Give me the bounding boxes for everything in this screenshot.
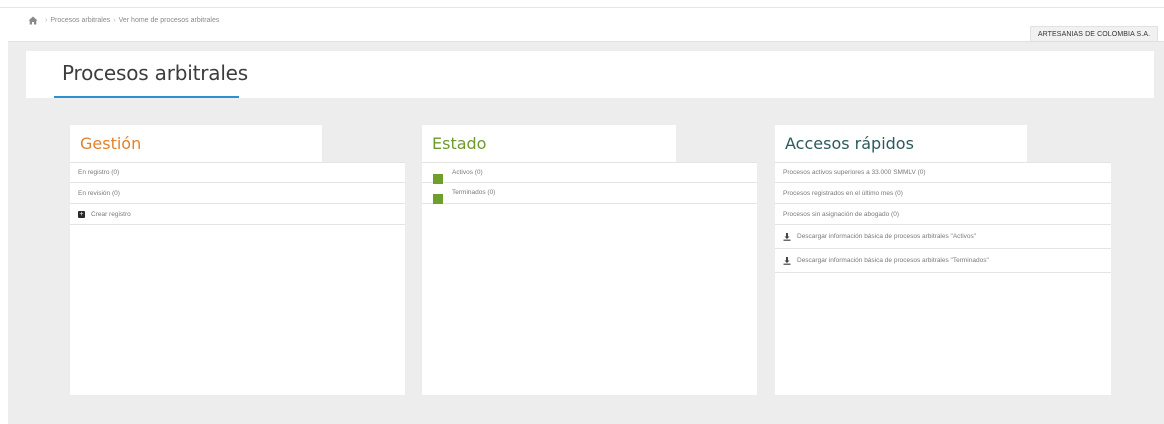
download-terminados-link[interactable]: Descargar información básica de procesos… (775, 249, 1111, 273)
download-icon (783, 232, 791, 241)
top-bar (0, 0, 1164, 8)
download-label: Descargar información básica de procesos… (797, 257, 989, 264)
gestion-item-label: En revisión (0) (78, 189, 120, 197)
download-label: Descargar información básica de procesos… (797, 233, 977, 240)
download-activos-link[interactable]: Descargar información básica de procesos… (775, 225, 1111, 249)
accesos-item-superiores[interactable]: Procesos activos superiores a 33.000 SMM… (775, 162, 1111, 183)
estado-panel: Activos (0) Terminados (0) (422, 162, 757, 395)
create-record-button[interactable]: + Crear registro (70, 204, 405, 225)
gestion-item-en-registro[interactable]: En registro (0) (70, 162, 405, 183)
breadcrumb-item-current: Ver home de procesos arbitrales (118, 16, 220, 24)
estado-item-terminados[interactable]: Terminados (0) (422, 183, 757, 204)
accesos-item-ultimo-mes[interactable]: Procesos registrados en el último mes (0… (775, 183, 1111, 204)
gestion-panel: En registro (0) En revisión (0) + Crear … (70, 162, 405, 395)
accesos-item-label: Procesos sin asignación de abogado (0) (783, 210, 899, 218)
create-record-label: Crear registro (91, 210, 131, 218)
accesos-item-label: Procesos activos superiores a 33.000 SMM… (783, 169, 926, 176)
gestion-item-en-revision[interactable]: En revisión (0) (70, 183, 405, 204)
status-marker (433, 194, 443, 204)
gestion-item-label: En registro (0) (78, 169, 120, 176)
estado-item-label: Activos (0) (452, 169, 483, 176)
breadcrumb-separator: › (45, 16, 48, 24)
gestion-panel-title: Gestión (70, 125, 322, 162)
accesos-item-sin-abogado[interactable]: Procesos sin asignación de abogado (0) (775, 204, 1111, 225)
title-underline (54, 96, 239, 98)
download-icon (783, 256, 791, 265)
company-tab[interactable]: ARTESANIAS DE COLOMBIA S.A. (1030, 26, 1158, 42)
estado-item-activos[interactable]: Activos (0) (422, 162, 757, 184)
company-name: ARTESANIAS DE COLOMBIA S.A. (1037, 31, 1151, 38)
home-icon[interactable] (28, 16, 38, 25)
estado-panel-title: Estado (422, 125, 676, 162)
plus-square-icon: + (78, 210, 85, 218)
breadcrumb: › Procesos arbitrales › Ver home de proc… (28, 14, 219, 26)
accesos-panel-title: Accesos rápidos (775, 125, 1027, 162)
estado-item-label: Terminados (0) (452, 189, 496, 196)
accesos-item-label: Procesos registrados en el último mes (0… (783, 189, 903, 197)
page-title: Procesos arbitrales (62, 61, 248, 85)
breadcrumb-item-procesos[interactable]: Procesos arbitrales (50, 17, 110, 24)
accesos-panel: Procesos activos superiores a 33.000 SMM… (775, 162, 1111, 395)
breadcrumb-separator: › (113, 16, 116, 24)
